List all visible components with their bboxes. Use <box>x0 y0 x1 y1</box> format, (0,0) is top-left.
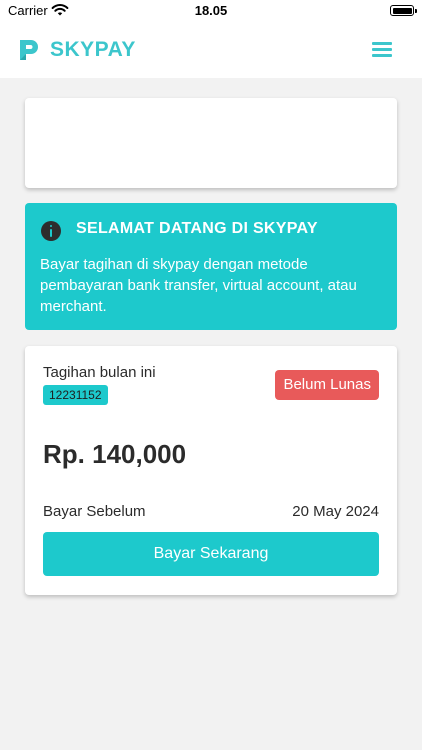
bill-label: Tagihan bulan ini <box>43 364 156 381</box>
due-date-value: 20 May 2024 <box>292 503 379 520</box>
due-date-label: Bayar Sebelum <box>43 503 146 520</box>
welcome-title: SELAMAT DATANG DI SKYPAY <box>76 220 318 237</box>
battery-icon <box>390 5 417 16</box>
status-badge: Belum Lunas <box>275 370 379 400</box>
info-icon <box>41 221 61 241</box>
menu-line <box>372 48 392 51</box>
status-bar: Carrier 18.05 <box>0 0 422 22</box>
menu-line <box>372 42 392 45</box>
skypay-logo-icon <box>20 40 38 60</box>
welcome-banner: SELAMAT DATANG DI SKYPAY Bayar tagihan d… <box>25 203 397 330</box>
logo-text: SKYPAY <box>50 38 136 61</box>
bill-card: Tagihan bulan ini 12231152 Belum Lunas R… <box>25 346 397 595</box>
welcome-text: Bayar tagihan di skypay dengan metode pe… <box>40 256 357 315</box>
logo: SKYPAY <box>16 35 136 65</box>
empty-card <box>25 98 397 188</box>
menu-line <box>372 54 392 57</box>
app-header: SKYPAY <box>0 22 422 78</box>
pay-now-button[interactable]: Bayar Sekarang <box>43 532 379 576</box>
status-time: 18.05 <box>194 3 228 18</box>
bill-id-badge: 12231152 <box>43 385 108 405</box>
hamburger-menu-icon[interactable] <box>372 41 392 57</box>
bill-amount: Rp. 140,000 <box>43 439 187 469</box>
